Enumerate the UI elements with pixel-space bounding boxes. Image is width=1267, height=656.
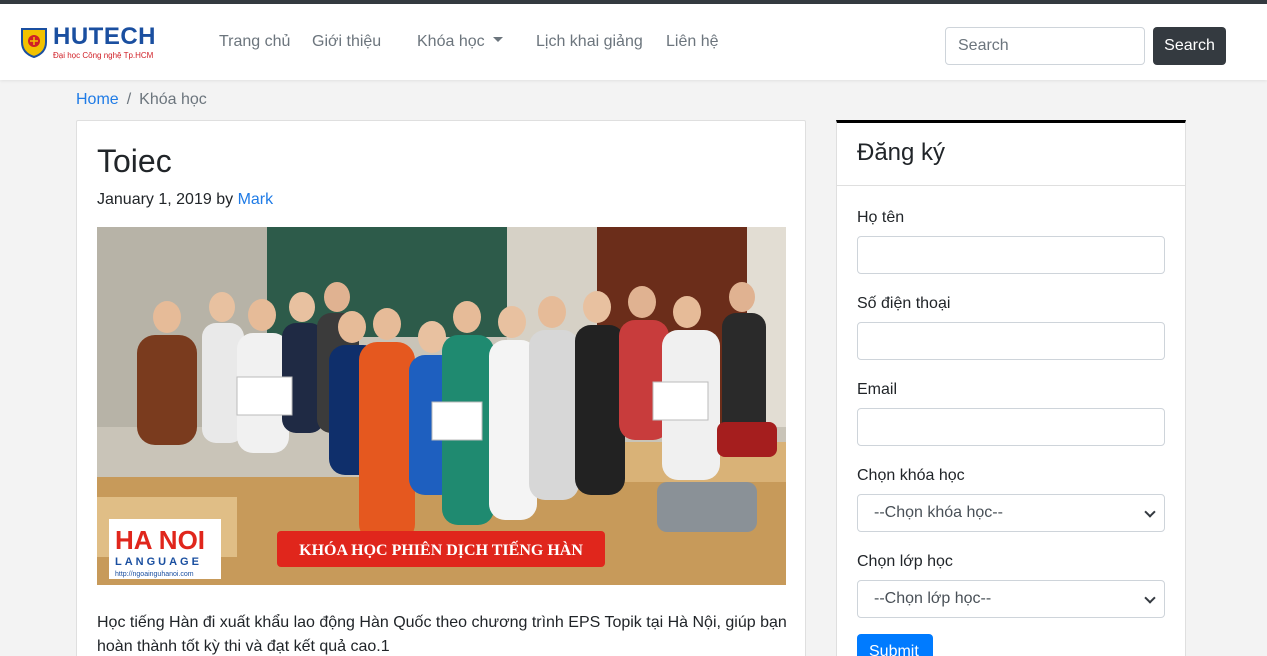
signup-card: Đăng ký Họ tên Số điện thoại Email Chọn …: [836, 120, 1186, 656]
classroom-photo: HA NOI LANGUAGE http://ngoainguhanoi.com…: [97, 227, 786, 585]
image-banner-text: KHÓA HỌC PHIÊN DỊCH TIẾNG HÀN: [299, 540, 583, 559]
name-field[interactable]: [857, 236, 1165, 274]
image-logo-top: HA NOI: [115, 525, 205, 555]
class-label: Chọn lớp học: [857, 553, 953, 570]
signup-header: Đăng ký: [837, 123, 1185, 186]
course-select[interactable]: --Chọn khóa học--: [857, 494, 1165, 532]
hutech-logo[interactable]: HUTECH Đại học Công nghệ Tp.HCM: [20, 23, 170, 64]
course-select-value: --Chọn khóa học--: [874, 504, 1003, 521]
breadcrumb-home-link[interactable]: Home: [76, 91, 119, 108]
post-card: Toiec January 1, 2019 by Mark HA NOI LAN…: [76, 120, 806, 656]
logo-text: HUTECH: [53, 23, 156, 50]
post-title: Toiec: [97, 143, 172, 179]
nav-item-courses-label: Khóa học: [417, 33, 485, 50]
email-label: Email: [857, 381, 898, 398]
chevron-down-icon: [1144, 592, 1156, 604]
post-author-link[interactable]: Mark: [238, 191, 274, 208]
email-field[interactable]: [857, 408, 1165, 446]
class-select-value: --Chọn lớp học--: [874, 590, 992, 607]
image-logo-bottom: LANGUAGE: [115, 556, 202, 568]
signup-title: Đăng ký: [857, 139, 946, 166]
post-excerpt: Học tiếng Hàn đi xuất khẩu lao động Hàn …: [97, 614, 787, 655]
post-image: HA NOI LANGUAGE http://ngoainguhanoi.com…: [97, 227, 786, 585]
shield-logo-icon: [21, 28, 47, 58]
navbar: HUTECH Đại học Công nghệ Tp.HCM Trang ch…: [0, 4, 1267, 80]
logo-tagline: Đại học Công nghệ Tp.HCM: [53, 51, 154, 60]
nav-item-courses[interactable]: Khóa học: [417, 33, 503, 51]
breadcrumb-current: Khóa học: [139, 91, 207, 108]
name-label: Họ tên: [857, 209, 905, 226]
chevron-down-icon: [1144, 506, 1156, 518]
nav-item-contact[interactable]: Liên hệ: [666, 33, 719, 51]
course-label: Chọn khóa học: [857, 467, 965, 484]
nav-item-about[interactable]: Giới thiệu: [312, 33, 381, 51]
image-url-text: http://ngoainguhanoi.com: [115, 571, 194, 578]
nav-item-schedule[interactable]: Lịch khai giảng: [536, 33, 643, 51]
breadcrumb: Home / Khóa học: [76, 91, 207, 109]
phone-field[interactable]: [857, 322, 1165, 360]
post-by: by: [216, 191, 234, 208]
class-select[interactable]: --Chọn lớp học--: [857, 580, 1165, 618]
post-date: January 1, 2019: [97, 191, 212, 208]
breadcrumb-separator: /: [126, 91, 132, 108]
search-button[interactable]: Search: [1153, 27, 1226, 65]
hanoi-language-logo: HA NOI LANGUAGE http://ngoainguhanoi.com: [109, 519, 221, 579]
nav-item-home[interactable]: Trang chủ: [219, 33, 290, 51]
phone-label: Số điện thoại: [857, 295, 951, 312]
search-input[interactable]: [945, 27, 1145, 65]
post-meta: January 1, 2019 by Mark: [97, 191, 273, 209]
caret-down-icon: [492, 37, 503, 43]
submit-button[interactable]: Submit: [857, 634, 933, 656]
